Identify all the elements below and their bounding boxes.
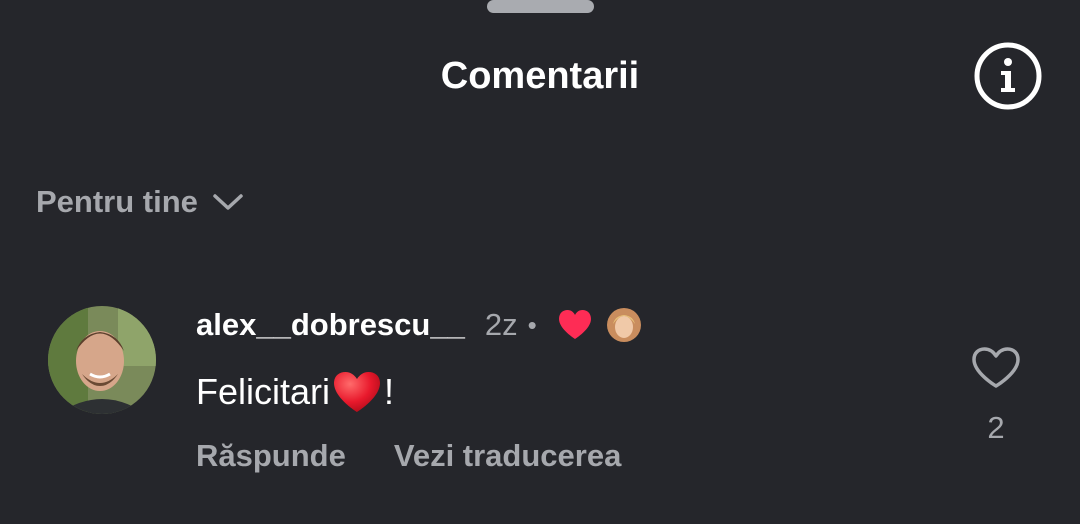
info-icon [974, 42, 1042, 110]
chevron-down-icon [212, 192, 244, 212]
comment-text: Felicitari ! [196, 370, 394, 414]
sheet-drag-handle[interactable] [487, 0, 594, 13]
see-translation-button[interactable]: Vezi traducerea [394, 438, 621, 474]
comment-meta: alex__dobrescu__ 2z • [196, 302, 641, 348]
comment-item: alex__dobrescu__ 2z • Felicitari ! Răspu… [0, 300, 1080, 500]
comment-username[interactable]: alex__dobrescu__ [196, 307, 465, 343]
avatar[interactable] [48, 306, 156, 414]
page-title: Comentarii [440, 55, 640, 97]
comment-timestamp: 2z [484, 307, 518, 342]
info-button[interactable] [972, 40, 1044, 112]
comment-actions: Răspunde Vezi traducerea [196, 438, 621, 474]
comment-text-body: Felicitari [196, 371, 331, 412]
meta-separator: • [527, 309, 537, 340]
heart-outline-icon [972, 347, 1020, 388]
heart-emoji-icon [332, 370, 382, 414]
like-count: 2 [987, 410, 1005, 445]
filter-label: Pentru tine [36, 184, 198, 219]
reply-button[interactable]: Răspunde [196, 438, 346, 474]
creator-avatar [606, 308, 641, 342]
comment-text-end: ! [384, 371, 395, 412]
like-button[interactable] [970, 344, 1022, 392]
comment-filter-dropdown[interactable]: Pentru tine [36, 180, 244, 224]
creator-liked-heart-icon [557, 309, 593, 341]
